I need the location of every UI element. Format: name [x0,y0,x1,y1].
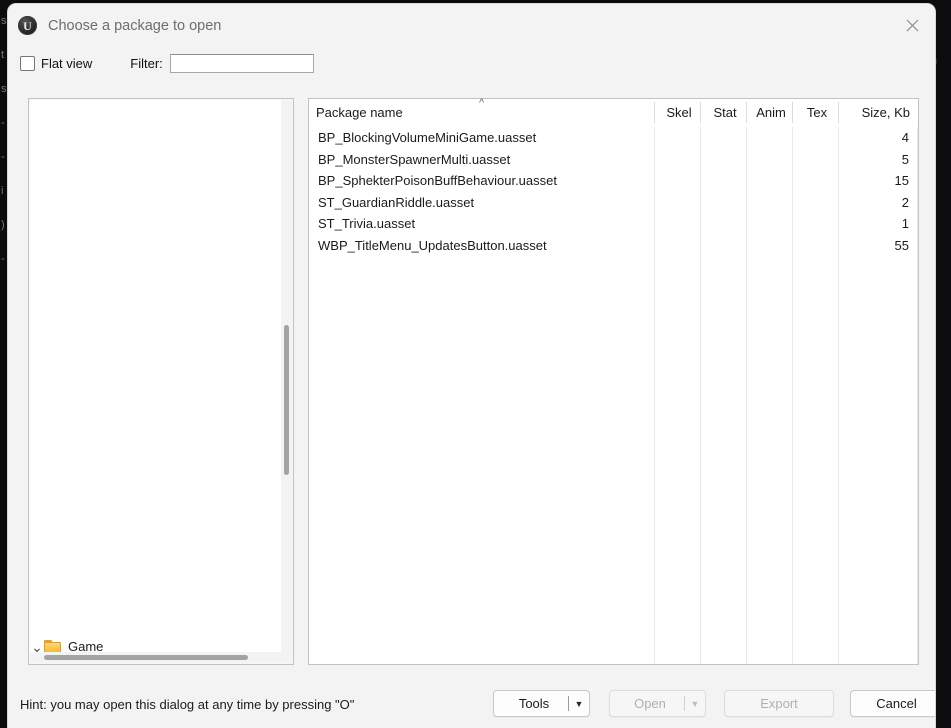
column-header-anim[interactable]: Anim [748,99,794,126]
tree-guide-line [30,100,281,634]
export-button[interactable]: Export [724,690,834,717]
column-divider[interactable] [654,102,655,123]
package-size-cell: 55 [894,237,909,253]
tree-item[interactable]: ⌄ Game [30,634,281,652]
column-header-stat[interactable]: Stat [702,99,748,126]
folder-tree-list: ⌄Game›_DevImports›_ImportsAutoInstanceBl… [30,100,281,652]
cancel-button-label: Cancel [876,696,917,711]
column-header-name[interactable]: Package name [316,99,646,126]
table-row[interactable]: BP_MonsterSpawnerMulti.uasset 5 [309,149,918,171]
unreal-engine-icon: U [18,16,37,35]
column-divider[interactable] [838,102,839,123]
tree-vertical-scrollbar[interactable] [281,100,292,652]
package-size-cell: 2 [901,194,909,210]
dialog-footer: Hint: you may open this dialog at any ti… [8,684,935,728]
column-divider[interactable] [746,102,747,123]
column-divider[interactable] [700,102,701,123]
table-row[interactable]: BP_SphekterPoisonBuffBehaviour.uasset 15 [309,170,918,192]
flat-view-label: Flat view [41,56,93,71]
table-row[interactable]: WBP_TitleMenu_UpdatesButton.uasset 55 [309,235,918,257]
chevron-down-icon[interactable]: ⌄ [30,634,44,653]
package-size-cell: 1 [901,216,909,231]
package-name-cell: ST_Trivia.uasset [318,216,416,231]
folder-tree-viewport: ⌄Game›_DevImports›_ImportsAutoInstanceBl… [30,100,281,652]
export-button-label: Export [760,696,798,711]
package-list-rows: BP_BlockingVolumeMiniGame.uasset 4 BP_Mons… [309,127,918,664]
package-name-cell: BP_BlockingVolumeMiniGame.uasset [318,130,537,145]
filter-input[interactable] [169,54,314,73]
tree-item-label: Game [68,639,104,652]
close-icon[interactable] [889,4,935,47]
cancel-button[interactable]: Cancel [850,690,935,717]
package-name-cell: BP_MonsterSpawnerMulti.uasset [318,151,511,167]
column-header-size[interactable]: Size, Kb [840,99,918,126]
folder-tree-panel: ⌄Game›_DevImports›_ImportsAutoInstanceBl… [28,98,294,665]
package-size-cell: 15 [894,173,909,188]
table-row[interactable]: ST_GuardianRiddle.uasset 2 [309,192,918,214]
table-row[interactable]: ST_Trivia.uasset 1 [309,213,918,235]
chevron-down-icon[interactable]: ▼ [569,699,589,709]
package-size-cell: 5 [901,151,909,167]
flat-view-checkbox[interactable] [20,56,35,71]
title-bar: U Choose a package to open [8,4,935,47]
folder-icon [44,639,62,652]
package-name-cell: WBP_TitleMenu_UpdatesButton.uasset [318,237,547,253]
column-header-skel[interactable]: Skel [656,99,702,126]
open-button[interactable]: Open ▼ [609,690,706,717]
tree-horizontal-scrollbar-thumb[interactable] [44,655,248,660]
tree-horizontal-scrollbar[interactable] [30,652,292,663]
package-name-cell: ST_GuardianRiddle.uasset [318,194,475,210]
column-divider[interactable] [792,102,793,123]
table-row[interactable]: BP_BlockingVolumeMiniGame.uasset 4 [309,127,918,149]
column-header-tex[interactable]: Tex [794,99,840,126]
window-title: Choose a package to open [48,17,222,34]
package-size-cell: 4 [901,130,909,145]
choose-package-dialog: U Choose a package to open Flat view Fil… [8,4,935,728]
chevron-down-icon[interactable]: ▼ [685,699,705,709]
package-list-header: ^ Package name Skel Stat Anim Tex Size, Kb [309,98,918,128]
dialog-body: ⌄Game›_DevImports›_ImportsAutoInstanceBl… [8,80,935,684]
filter-toolbar: Flat view Filter: [8,47,935,80]
open-button-label: Open [634,696,666,711]
filter-label: Filter: [130,56,163,71]
tools-button-label: Tools [518,696,550,711]
package-name-cell: BP_SphekterPoisonBuffBehaviour.uasset [318,173,557,188]
hint-text: Hint: you may open this dialog at any ti… [20,697,355,712]
tools-button[interactable]: Tools ▼ [493,690,590,717]
tree-vertical-scrollbar-thumb[interactable] [284,325,289,475]
package-list-panel: ^ Package name Skel Stat Anim Tex Size, Kb BP… [308,98,919,665]
